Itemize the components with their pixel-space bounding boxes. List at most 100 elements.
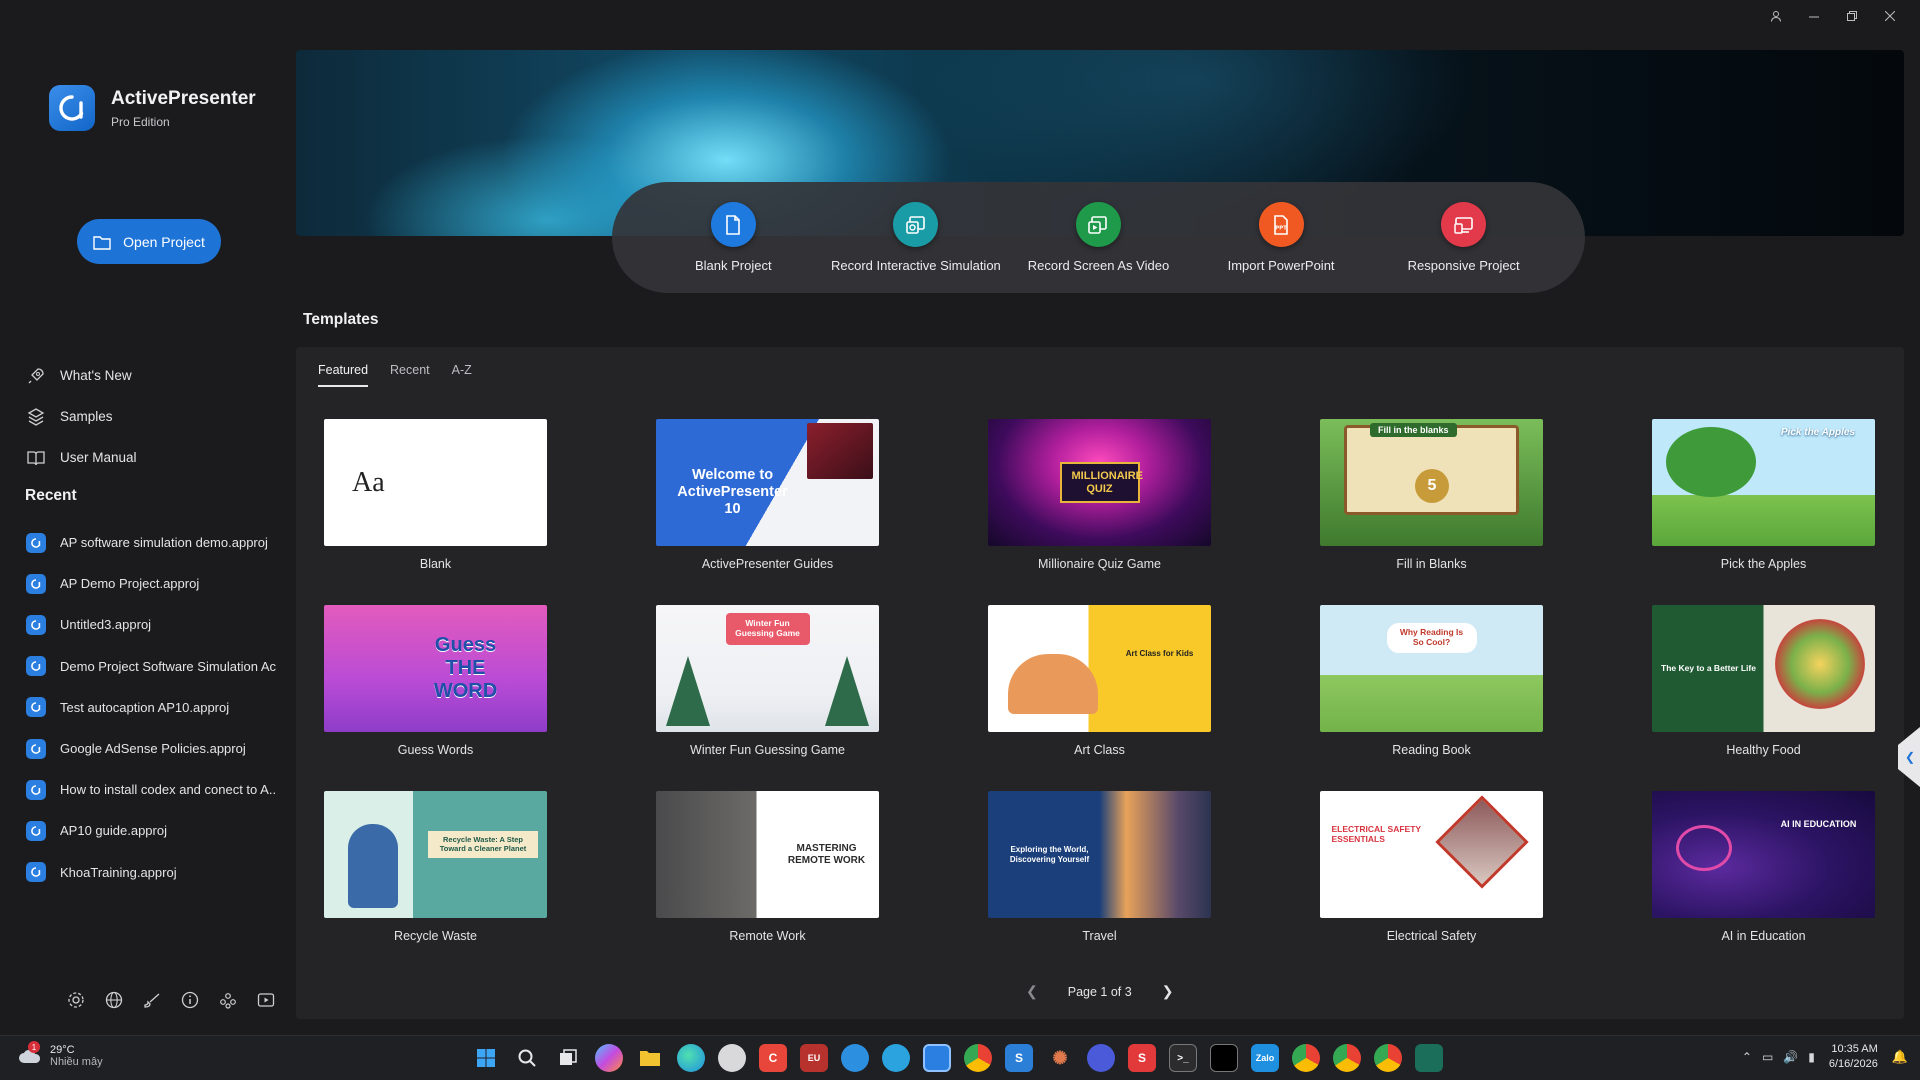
minimize-icon[interactable] [1806,6,1822,26]
recent-item-label: AP10 guide.approj [60,823,167,839]
chrome-icon[interactable] [964,1044,992,1072]
tab-recent[interactable]: Recent [390,363,430,387]
clock-date: 6/16/2026 [1828,1058,1878,1071]
console-icon[interactable] [1210,1044,1238,1072]
weather-widget[interactable]: 1 29°C Nhiều mây [18,1041,103,1068]
template-card[interactable]: Why Reading Is So Cool? Reading Book [1320,605,1543,791]
claude-icon[interactable]: ✺ [1046,1044,1074,1072]
activepresenter-taskbar-icon[interactable] [923,1044,951,1072]
template-name: ActivePresenter Guides [701,557,834,571]
thumb-number-badge: 5 [1415,469,1449,503]
record-screen-as-video-button[interactable]: Record Screen As Video [1011,202,1186,273]
open-project-button[interactable]: Open Project [77,219,221,264]
task-view-icon[interactable] [554,1044,582,1072]
recent-item[interactable]: AP software simulation demo.approj [26,522,276,563]
template-card[interactable]: Recycle Waste: A Step Toward a Cleaner P… [324,791,547,977]
video-icon[interactable] [256,990,276,1010]
tab-a-z[interactable]: A-Z [452,363,472,387]
restore-icon[interactable] [1844,6,1860,26]
file-explorer-icon[interactable] [636,1044,664,1072]
prev-page-icon[interactable]: ❮ [1026,983,1038,1000]
recent-item-label: Demo Project Software Simulation Ac... [60,658,276,674]
recent-item[interactable]: Test autocaption AP10.approj [26,687,276,728]
blank-project-button[interactable]: Blank Project [646,202,821,273]
recent-item[interactable]: Untitled3.approj [26,604,276,645]
template-card[interactable]: The Key to a Better Life Healthy Food [1652,605,1875,791]
template-card[interactable]: Fill in the blanks 5 Fill in Blanks [1320,419,1543,605]
settings-icon[interactable] [66,990,86,1010]
thumb-text: MASTERING REMOTE WORK [787,843,866,866]
template-card[interactable]: Aa Blank [324,419,547,605]
template-thumbnail: Welcome to ActivePresenter 10 [656,419,879,546]
template-card[interactable]: Welcome to ActivePresenter 10 ActivePres… [656,419,879,605]
recent-item[interactable]: AP10 guide.approj [26,810,276,851]
app-icon[interactable] [1087,1044,1115,1072]
community-icon[interactable] [218,990,238,1010]
recent-item[interactable]: AP Demo Project.approj [26,563,276,604]
template-card[interactable]: AI IN EDUCATION AI in Education [1652,791,1875,977]
template-card[interactable]: Guess THE WORD Guess Words [324,605,547,791]
thumb-text: Pick the Apples [1780,427,1855,438]
volume-icon[interactable]: 🔊 [1783,1050,1798,1064]
nav-samples[interactable]: Samples [26,396,137,437]
edge-icon[interactable] [677,1044,705,1072]
app-icon[interactable]: S [1005,1044,1033,1072]
app-icon[interactable] [718,1044,746,1072]
app-icon[interactable] [841,1044,869,1072]
cloud-icon: 1 [18,1041,42,1065]
terminal-icon[interactable]: >_ [1169,1044,1197,1072]
windows-start-icon[interactable] [472,1044,500,1072]
telegram-icon[interactable] [882,1044,910,1072]
chrome-profile-icon[interactable] [1333,1044,1361,1072]
app-icon[interactable]: EU [800,1044,828,1072]
account-icon[interactable] [1768,6,1784,26]
tab-featured[interactable]: Featured [318,363,369,387]
tray-icons: ⌃ ▭ 🔊 ▮ [1742,1050,1815,1064]
recent-item[interactable]: Google AdSense Policies.approj [26,728,276,769]
template-card[interactable]: MILLIONAIRE QUIZ Millionaire Quiz Game [988,419,1211,605]
template-card[interactable]: MASTERING REMOTE WORK Remote Work [656,791,879,977]
close-icon[interactable] [1882,6,1898,26]
info-icon[interactable] [180,990,200,1010]
app-icon[interactable]: C [759,1044,787,1072]
search-icon[interactable] [513,1044,541,1072]
action-label: Import PowerPoint [1227,258,1335,273]
app-icon[interactable]: S [1128,1044,1156,1072]
template-card[interactable]: ELECTRICAL SAFETY ESSENTIALS Electrical … [1320,791,1543,977]
template-card[interactable]: Exploring the World, Discovering Yoursel… [988,791,1211,977]
app-icon[interactable] [1415,1044,1443,1072]
copilot-icon[interactable] [595,1044,623,1072]
recent-item[interactable]: KhoaTraining.approj [26,852,276,893]
notification-bell-icon[interactable]: 🔔 [1892,1049,1908,1065]
nav-whats-new[interactable]: What's New [26,355,137,396]
nav-user-manual[interactable]: User Manual [26,437,137,478]
template-name: Millionaire Quiz Game [1038,557,1161,571]
chrome-profile-icon[interactable] [1374,1044,1402,1072]
recent-heading: Recent [25,487,77,504]
templates-tabs: Featured Recent A-Z [318,363,472,387]
display-icon[interactable]: ▭ [1762,1050,1773,1064]
template-name: Remote Work [729,929,806,943]
template-name: Pick the Apples [1720,557,1807,571]
zalo-icon[interactable]: Zalo [1251,1044,1279,1072]
recent-item-label: AP Demo Project.approj [60,576,200,592]
page-indicator: Page 1 of 3 [1067,984,1132,999]
battery-icon[interactable]: ▮ [1808,1050,1815,1064]
approj-file-icon [26,738,46,759]
record-interactive-simulation-button[interactable]: Record Interactive Simulation [828,202,1003,273]
import-powerpoint-button[interactable]: PPT Import PowerPoint [1194,202,1369,273]
recent-item-label: Google AdSense Policies.approj [60,741,246,757]
globe-icon[interactable] [104,990,124,1010]
approj-file-icon [26,573,46,594]
chevron-up-icon[interactable]: ⌃ [1742,1050,1752,1064]
recent-item[interactable]: How to install codex and conect to A... [26,769,276,810]
responsive-project-button[interactable]: Responsive Project [1376,202,1551,273]
template-card[interactable]: Winter Fun Guessing Game Winter Fun Gues… [656,605,879,791]
template-card[interactable]: Pick the Apples Pick the Apples [1652,419,1875,605]
recent-item[interactable]: Demo Project Software Simulation Ac... [26,646,276,687]
template-card[interactable]: Art Class for Kids Art Class [988,605,1211,791]
next-page-icon[interactable]: ❯ [1162,983,1174,1000]
clock[interactable]: 10:35 AM 6/16/2026 [1829,1042,1878,1073]
brush-icon[interactable] [142,990,162,1010]
chrome-profile-icon[interactable] [1292,1044,1320,1072]
